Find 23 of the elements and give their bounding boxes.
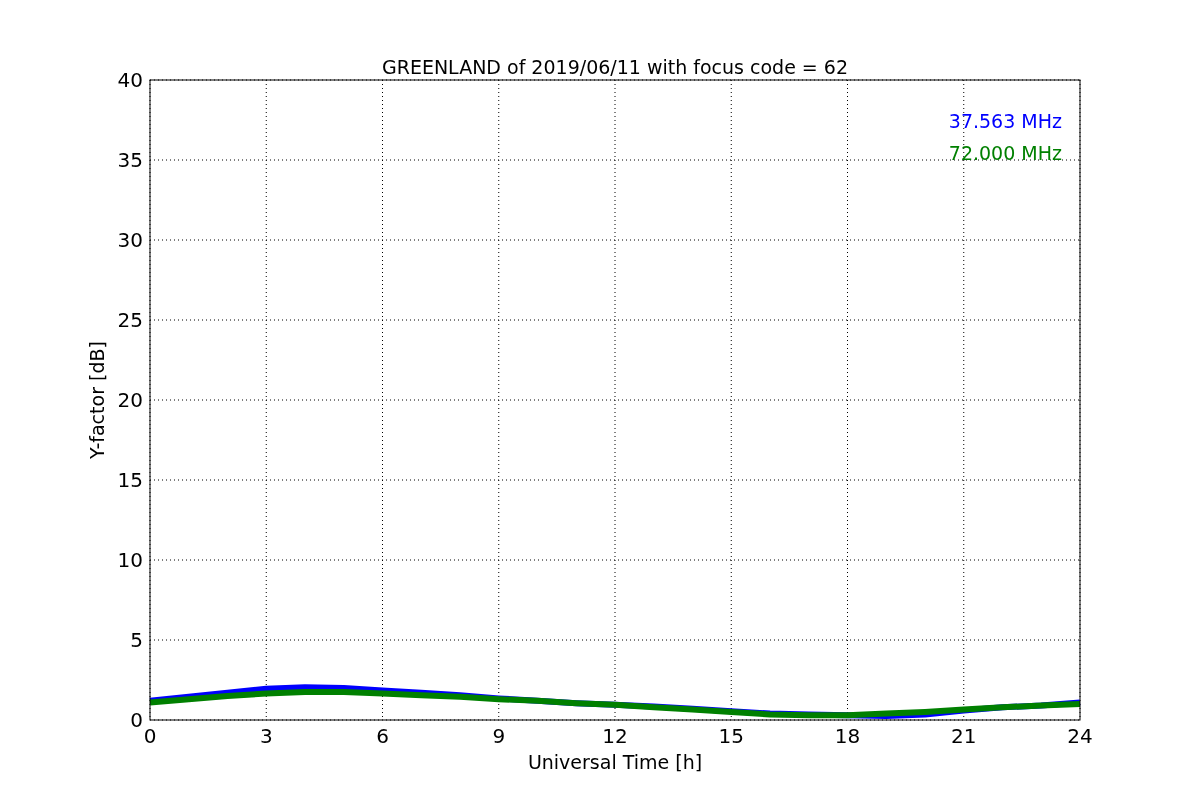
x-axis-label: Universal Time [h] [527,751,703,773]
y-tick-label: 25 [117,308,143,332]
x-tick-label: 6 [376,724,389,748]
y-tick-label: 15 [117,468,143,492]
y-tick-label: 0 [130,708,143,732]
y-tick-label: 40 [117,68,143,92]
y-tick-label: 10 [117,548,143,572]
x-tick-label: 9 [492,724,506,748]
legend-label: 72.000 MHz [948,142,1062,164]
chart-title: GREENLAND of 2019/06/11 with focus code = 62 [382,56,848,78]
y-axis-label: Y-factor [dB] [86,341,108,459]
x-tick-label: 21 [951,724,977,748]
y-tick-label: 35 [117,148,143,172]
y-tick-label: 30 [117,228,143,252]
x-tick-label: 0 [143,724,157,748]
x-tick-label: 12 [602,724,628,748]
legend-label: 37.563 MHz [948,110,1062,132]
y-tick-label: 5 [130,628,143,652]
x-tick-label: 18 [834,724,861,748]
y-tick-label: 20 [117,388,143,412]
x-tick-label: 15 [718,724,744,748]
x-tick-label: 24 [1067,724,1093,748]
x-tick-label: 3 [259,724,273,748]
